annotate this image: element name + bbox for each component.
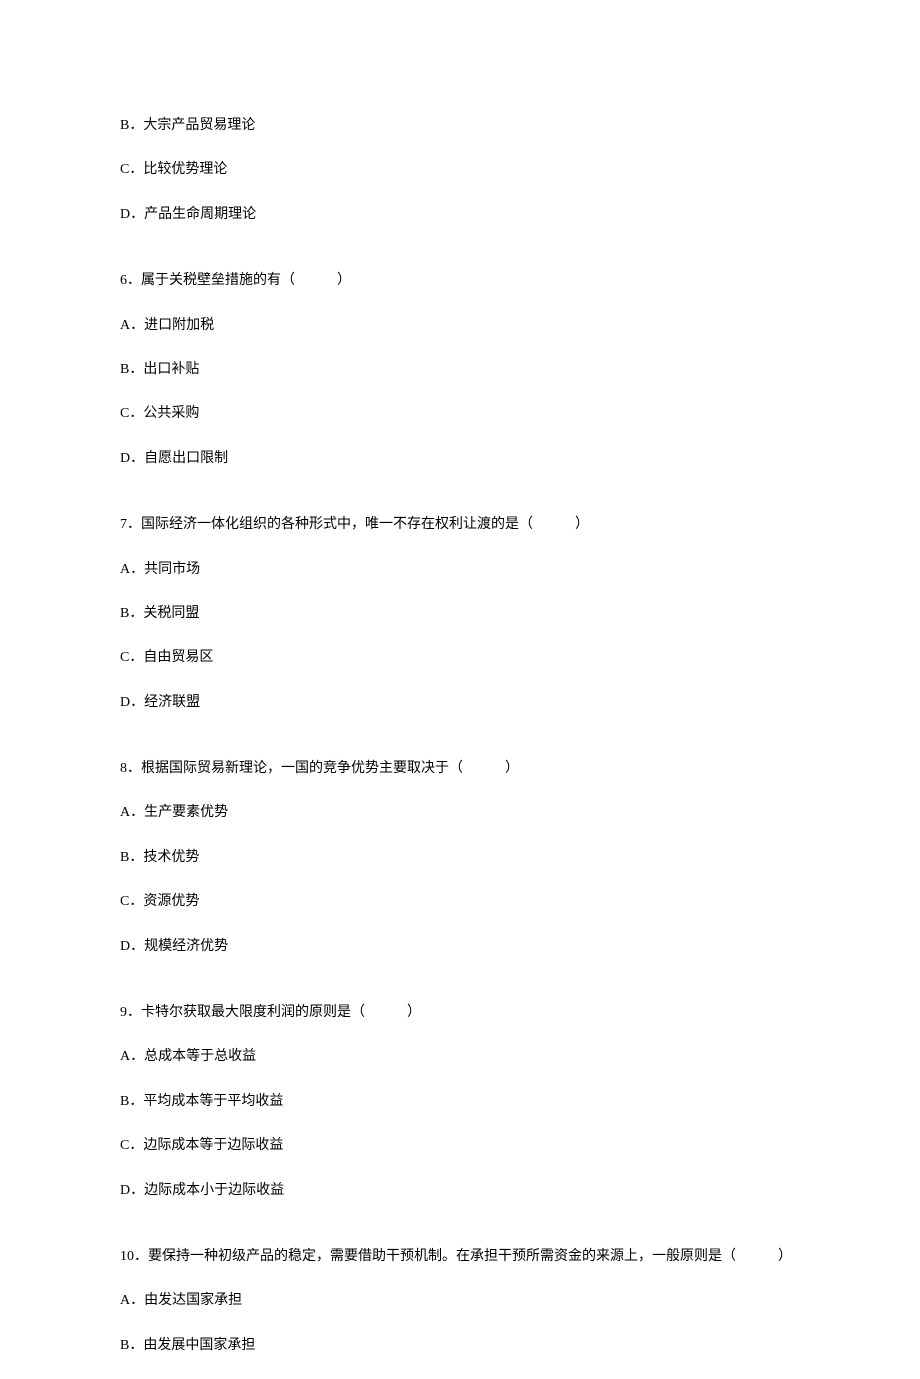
option-text: D．产品生命周期理论 — [120, 204, 800, 226]
question-stem: 10．要保持一种初级产品的稳定，需要借助干预机制。在承担干预所需资金的来源上，一… — [120, 1246, 800, 1268]
option-text: B．技术优势 — [120, 847, 800, 869]
option-text: C．自由贸易区 — [120, 647, 800, 669]
option-text: C．公共采购 — [120, 403, 800, 425]
option-text: D．边际成本小于边际收益 — [120, 1180, 800, 1202]
leading-options-block: B．大宗产品贸易理论 C．比较优势理论 D．产品生命周期理论 — [120, 115, 800, 226]
option-text: D．自愿出口限制 — [120, 448, 800, 470]
option-text: D．经济联盟 — [120, 692, 800, 714]
option-text: B．平均成本等于平均收益 — [120, 1091, 800, 1113]
question-6: 6．属于关税壁垒措施的有（ ） A．进口附加税 B．出口补贴 C．公共采购 D．… — [120, 270, 800, 470]
option-text: A．共同市场 — [120, 559, 800, 581]
option-text: C．比较优势理论 — [120, 159, 800, 181]
option-text: A．总成本等于总收益 — [120, 1046, 800, 1068]
option-text: A．进口附加税 — [120, 315, 800, 337]
question-8: 8．根据国际贸易新理论，一国的竞争优势主要取决于（ ） A．生产要素优势 B．技… — [120, 758, 800, 958]
option-text: A．生产要素优势 — [120, 802, 800, 824]
option-text: D．规模经济优势 — [120, 936, 800, 958]
option-text: B．由发展中国家承担 — [120, 1335, 800, 1357]
question-7: 7．国际经济一体化组织的各种形式中，唯一不存在权利让渡的是（ ） A．共同市场 … — [120, 514, 800, 714]
question-stem: 7．国际经济一体化组织的各种形式中，唯一不存在权利让渡的是（ ） — [120, 514, 800, 536]
question-stem: 8．根据国际贸易新理论，一国的竞争优势主要取决于（ ） — [120, 758, 800, 780]
option-text: C．资源优势 — [120, 891, 800, 913]
question-9: 9．卡特尔获取最大限度利润的原则是（ ） A．总成本等于总收益 B．平均成本等于… — [120, 1002, 800, 1202]
option-text: B．关税同盟 — [120, 603, 800, 625]
question-stem: 6．属于关税壁垒措施的有（ ） — [120, 270, 800, 292]
question-stem: 9．卡特尔获取最大限度利润的原则是（ ） — [120, 1002, 800, 1024]
option-text: B．大宗产品贸易理论 — [120, 115, 800, 137]
option-text: B．出口补贴 — [120, 359, 800, 381]
option-text: C．边际成本等于边际收益 — [120, 1135, 800, 1157]
